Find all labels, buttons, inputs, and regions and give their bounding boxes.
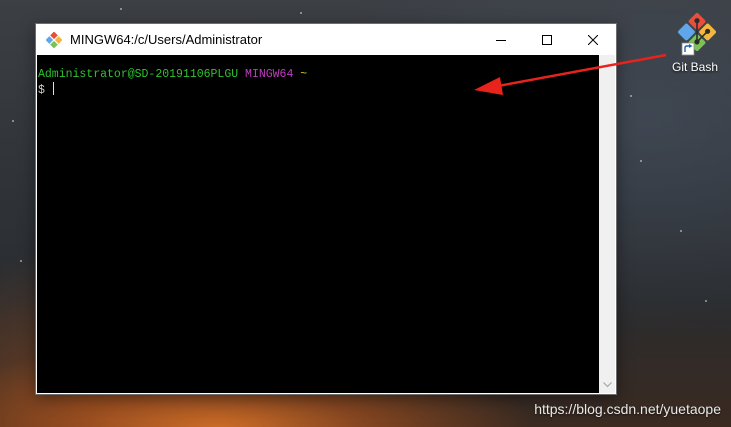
annotation-arrow [474, 53, 667, 95]
git-bash-shortcut-icon [678, 13, 716, 56]
shortcut-arrow-icon [681, 42, 695, 56]
watermark: https://blog.csdn.net/yuetaope [534, 401, 721, 417]
git-bash-shortcut[interactable]: Git Bash [662, 10, 728, 74]
desktop: MINGW64:/c/Users/Administrator Administr… [0, 0, 731, 427]
shortcut-label: Git Bash [671, 60, 719, 74]
